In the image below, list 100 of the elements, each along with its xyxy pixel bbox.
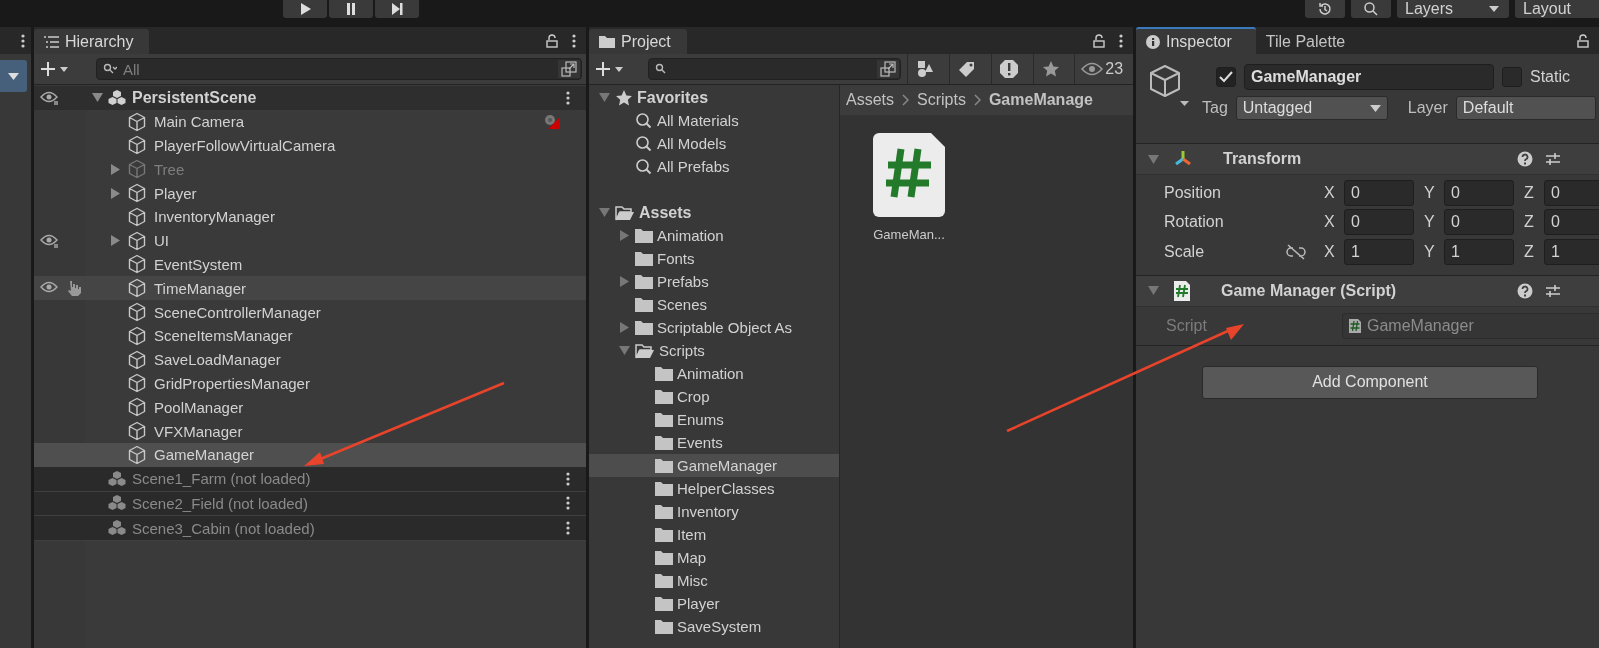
scene-item[interactable]: Scene3_Cabin (not loaded): [34, 516, 586, 542]
more-icon[interactable]: [1119, 34, 1123, 48]
hierarchy-item[interactable]: VFXManager: [34, 419, 586, 443]
folder-item[interactable]: Scripts: [589, 339, 839, 362]
hierarchy-item[interactable]: GameManager: [34, 442, 586, 467]
component-header[interactable]: Game Manager (Script): [1136, 275, 1599, 307]
breadcrumb-item[interactable]: Scripts: [917, 91, 966, 109]
more-icon[interactable]: [566, 471, 570, 486]
project-tab[interactable]: Project: [589, 29, 687, 54]
help-icon[interactable]: [1517, 282, 1533, 299]
hierarchy-item[interactable]: SceneControllerManager: [34, 300, 586, 324]
folder-item[interactable]: Misc: [589, 569, 839, 592]
play-button[interactable]: [283, 0, 327, 18]
expand-arrow-icon[interactable]: [618, 346, 630, 355]
collapse-arrow-icon[interactable]: [619, 230, 629, 241]
expand-arrow-icon[interactable]: [598, 208, 610, 217]
hand-icon[interactable]: [66, 279, 82, 298]
folder-item[interactable]: Scriptable Object As: [589, 316, 839, 339]
number-field[interactable]: 1: [1544, 238, 1599, 265]
name-field[interactable]: GameManager: [1244, 64, 1494, 90]
hierarchy-item[interactable]: InventoryManager: [34, 205, 586, 229]
expand-arrow-icon[interactable]: [110, 187, 120, 199]
folder-item[interactable]: Scenes: [589, 293, 839, 316]
lock-icon[interactable]: [546, 34, 558, 48]
hierarchy-item[interactable]: EventSystem: [34, 252, 586, 277]
expand-arrow-icon[interactable]: [110, 235, 120, 247]
more-icon[interactable]: [566, 90, 570, 105]
expand-arrow-icon[interactable]: [1148, 286, 1159, 295]
number-field[interactable]: 0: [1544, 179, 1599, 206]
hierarchy-item[interactable]: Main Camera: [34, 109, 586, 134]
layout-dropdown[interactable]: Layout: [1515, 0, 1599, 18]
history-button[interactable]: [1305, 0, 1345, 18]
hierarchy-item[interactable]: PlayerFollowVirtualCamera: [34, 133, 586, 158]
number-field[interactable]: 0: [1444, 209, 1514, 236]
folder-item[interactable]: Fonts: [589, 247, 839, 270]
layers-dropdown[interactable]: Layers: [1397, 0, 1509, 18]
folder-item[interactable]: SaveSystem: [589, 615, 839, 638]
folder-item[interactable]: HelperClasses: [589, 477, 839, 500]
folder-item[interactable]: Inventory: [589, 500, 839, 523]
folder-item[interactable]: Animation: [589, 362, 839, 385]
hierarchy-item[interactable]: SaveLoadManager: [34, 347, 586, 372]
inspector-tab[interactable]: Tile Palette: [1255, 29, 1362, 54]
hierarchy-tab[interactable]: Hierarchy: [34, 29, 150, 54]
layer-dropdown[interactable]: Default: [1455, 96, 1596, 120]
hierarchy-item[interactable]: TimeManager: [34, 276, 586, 301]
eye-icon[interactable]: [40, 89, 60, 106]
number-field[interactable]: 0: [1444, 179, 1514, 206]
active-checkbox[interactable]: [1216, 67, 1236, 87]
scene-item[interactable]: PersistentScene: [34, 86, 586, 110]
expand-arrow-icon[interactable]: [91, 93, 103, 103]
number-field[interactable]: 0: [1344, 179, 1414, 206]
hierarchy-item[interactable]: PoolManager: [34, 395, 586, 420]
breadcrumb-item[interactable]: GameManage: [988, 91, 1093, 109]
folder-item[interactable]: Enums: [589, 408, 839, 431]
folder-item[interactable]: Item: [589, 523, 839, 546]
more-icon[interactable]: [21, 33, 25, 48]
number-field[interactable]: 0: [1544, 209, 1599, 236]
search-field[interactable]: All: [96, 58, 582, 80]
number-field[interactable]: 0: [1344, 209, 1414, 236]
hierarchy-item[interactable]: GridPropertiesManager: [34, 371, 586, 396]
search-button[interactable]: [1351, 0, 1391, 18]
cube-icon[interactable]: [1148, 64, 1192, 108]
script-file-icon[interactable]: [873, 133, 945, 217]
scene-item[interactable]: Scene1_Farm (not loaded): [34, 466, 586, 492]
favorite-item[interactable]: All Materials: [589, 109, 839, 132]
help-icon[interactable]: [1517, 151, 1533, 167]
expand-arrow-icon[interactable]: [598, 93, 610, 102]
lock-icon[interactable]: [1577, 34, 1589, 48]
folder-item[interactable]: Player: [589, 592, 839, 615]
favorite-item[interactable]: All Models: [589, 132, 839, 155]
folder-item[interactable]: GameManager: [589, 454, 839, 477]
number-field[interactable]: 1: [1444, 238, 1514, 265]
dropdown-button[interactable]: [0, 60, 27, 92]
eye-icon[interactable]: [40, 232, 60, 249]
inspector-tab[interactable]: Inspector: [1136, 27, 1256, 54]
folder-item[interactable]: Events: [589, 431, 839, 454]
favorite-item[interactable]: All Prefabs: [589, 155, 839, 178]
favorites-item[interactable]: Favorites: [589, 86, 839, 109]
folder-item[interactable]: Map: [589, 546, 839, 569]
component-header[interactable]: Transform: [1136, 144, 1599, 175]
more-icon[interactable]: [566, 521, 570, 536]
add-component-button[interactable]: Add Component: [1202, 365, 1538, 399]
pause-button[interactable]: [329, 0, 373, 18]
hierarchy-item[interactable]: UI: [34, 228, 586, 253]
maximize-icon[interactable]: [558, 60, 580, 78]
folder-item[interactable]: Animation: [589, 224, 839, 247]
hierarchy-item[interactable]: Player: [34, 181, 586, 205]
tag-dropdown[interactable]: Untagged: [1235, 96, 1388, 120]
maximize-icon[interactable]: [877, 60, 900, 78]
search-field[interactable]: [648, 58, 902, 80]
more-icon[interactable]: [572, 34, 576, 48]
static-checkbox[interactable]: [1502, 67, 1522, 87]
lock-icon[interactable]: [1093, 34, 1105, 48]
presets-icon[interactable]: [1545, 282, 1561, 299]
number-field[interactable]: 1: [1344, 238, 1414, 265]
collapse-arrow-icon[interactable]: [619, 276, 629, 287]
hierarchy-item[interactable]: SceneItemsManager: [34, 323, 586, 348]
more-icon[interactable]: [566, 496, 570, 511]
step-button[interactable]: [375, 0, 419, 18]
folder-item[interactable]: Crop: [589, 385, 839, 408]
